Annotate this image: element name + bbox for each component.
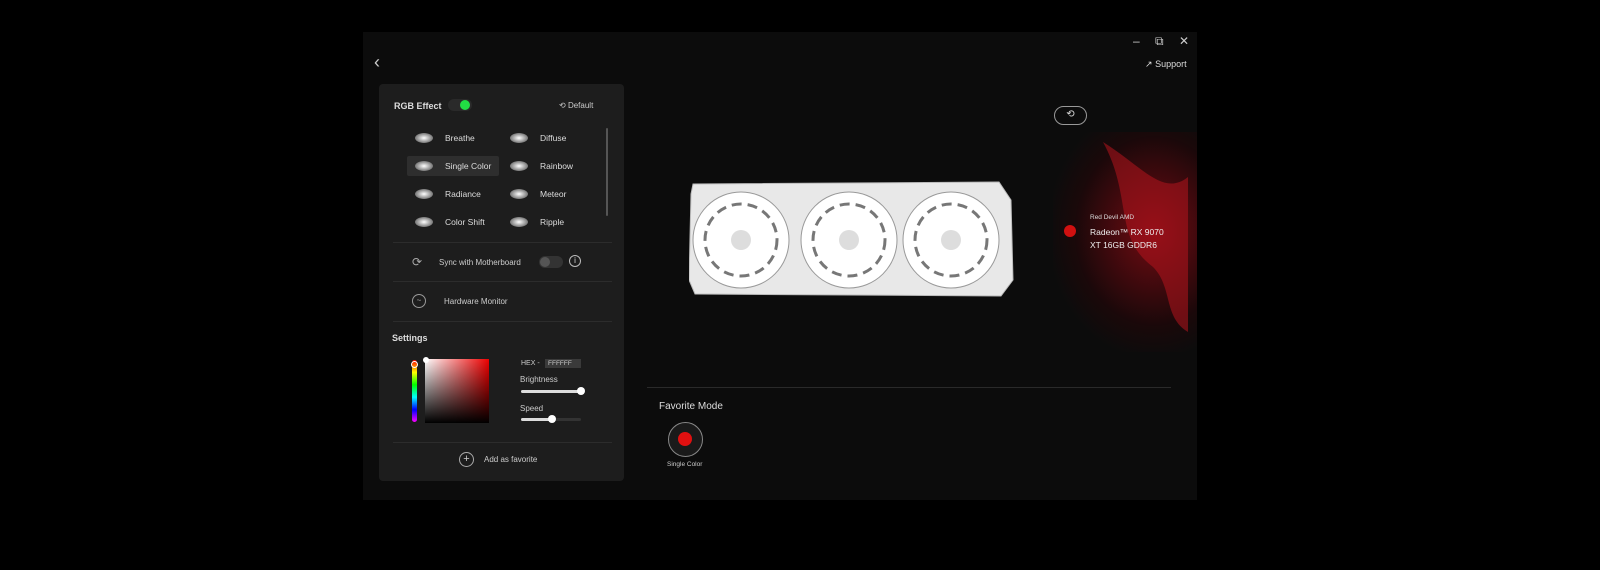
effect-label: Diffuse (540, 133, 567, 143)
rotate-view-button[interactable]: ⟲ (1054, 106, 1087, 125)
sync-label: Sync with Motherboard (439, 258, 521, 267)
app-window: – ⧉ ✕ ‹ ↗ Support RGB Effect ⟲ Default B… (363, 32, 1197, 500)
sync-toggle[interactable] (539, 256, 563, 268)
color-picker-handle[interactable] (423, 357, 429, 363)
device-model-line2: XT 16GB GDDR6 (1090, 240, 1157, 250)
devil-logo-graphic (1103, 142, 1188, 332)
effect-color-shift[interactable]: Color Shift (407, 212, 499, 232)
effect-label: Meteor (540, 189, 567, 199)
restore-button[interactable]: ⧉ (1155, 34, 1164, 49)
minimize-button[interactable]: – (1133, 34, 1140, 48)
gpu-image (689, 181, 1014, 297)
favorite-item[interactable] (668, 422, 703, 457)
favorite-mode-title: Favorite Mode (659, 401, 723, 412)
effect-diffuse[interactable]: Diffuse (502, 128, 594, 148)
hue-slider[interactable] (412, 360, 417, 422)
divider (393, 442, 612, 443)
divider (393, 281, 612, 282)
add-favorite-icon[interactable]: + (459, 452, 474, 467)
hue-handle[interactable] (411, 361, 418, 368)
effect-label: Breathe (445, 133, 475, 143)
effect-single-color[interactable]: Single Color (407, 156, 499, 176)
rgb-effect-label: RGB Effect (394, 101, 442, 111)
effect-label: Ripple (540, 217, 565, 227)
support-link[interactable]: ↗ Support (1145, 59, 1187, 70)
support-label: Support (1155, 59, 1187, 69)
color-picker-square[interactable] (425, 359, 489, 423)
ripple-icon (510, 217, 528, 227)
effect-meteor[interactable]: Meteor (502, 184, 594, 204)
diffuse-icon (510, 133, 528, 143)
effect-rainbow[interactable]: Rainbow (502, 156, 594, 176)
favorite-item-label: Single Color (667, 461, 703, 468)
single-color-icon (415, 161, 433, 171)
external-link-icon: ↗ (1145, 59, 1153, 69)
hardware-monitor-button[interactable]: Hardware Monitor (444, 297, 508, 306)
effect-label: Rainbow (540, 161, 574, 171)
back-button[interactable]: ‹ (374, 52, 380, 73)
device-color-dot (1064, 225, 1076, 237)
speed-slider[interactable] (521, 415, 581, 423)
effect-label: Color Shift (445, 217, 485, 227)
brightness-slider[interactable] (521, 387, 585, 395)
effects-scrollbar[interactable] (606, 128, 608, 216)
reset-icon: ⟲ (559, 101, 568, 110)
close-button[interactable]: ✕ (1179, 34, 1189, 48)
meteor-icon (510, 189, 528, 199)
rgb-effect-toggle[interactable] (448, 99, 472, 111)
sync-icon: ⟳ (412, 255, 423, 269)
speed-label: Speed (520, 404, 544, 413)
radiance-icon (415, 189, 433, 199)
hex-input[interactable]: FFFFFF (545, 359, 581, 368)
device-brand: Red Devil AMD (1090, 214, 1135, 221)
favorite-color-swatch (678, 432, 692, 446)
device-model-line1: Radeon™ RX 9070 (1090, 227, 1164, 237)
brightness-label: Brightness (520, 375, 558, 384)
info-icon[interactable]: i (569, 255, 581, 267)
effect-radiance[interactable]: Radiance (407, 184, 499, 204)
effect-label: Single Color (445, 161, 492, 171)
color-shift-icon (415, 217, 433, 227)
rgb-panel: RGB Effect ⟲ Default Breathe Diffuse Singl… (379, 84, 624, 481)
hardware-monitor-icon: ~ (412, 294, 426, 308)
rainbow-icon (510, 161, 528, 171)
default-button[interactable]: ⟲ Default (559, 101, 593, 110)
hex-label: HEX - (521, 360, 540, 367)
effect-ripple[interactable]: Ripple (502, 212, 594, 232)
add-favorite-button[interactable]: Add as favorite (484, 455, 537, 464)
effect-label: Radiance (445, 189, 481, 199)
effect-breathe[interactable]: Breathe (407, 128, 499, 148)
breathe-icon (415, 133, 433, 143)
divider (393, 242, 612, 243)
divider (647, 387, 1171, 388)
settings-heading: Settings (392, 333, 428, 343)
divider (393, 321, 612, 322)
default-label: Default (567, 101, 594, 110)
